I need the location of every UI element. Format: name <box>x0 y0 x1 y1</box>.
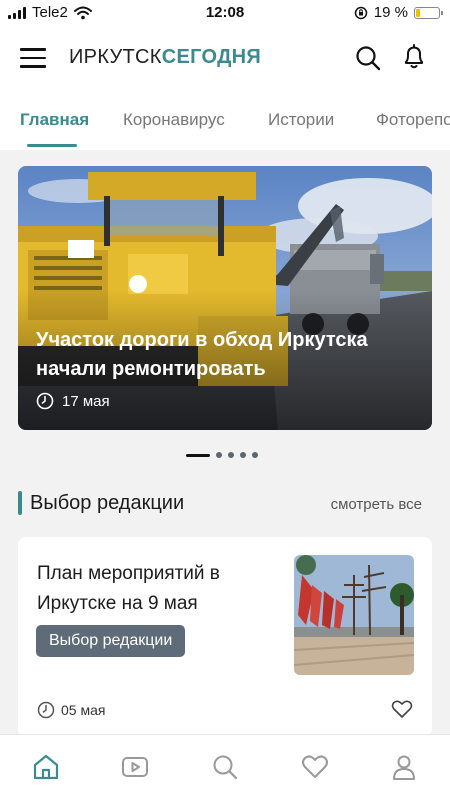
rotation-lock-icon <box>354 6 368 19</box>
logo-part1: ИРКУТСК <box>69 46 162 68</box>
hero-date-text: 17 мая <box>62 392 110 410</box>
category-tabs: Главная Коронавирус Истории Фоторепо <box>0 100 450 150</box>
card-date: 05 мая <box>37 701 105 719</box>
carousel-dot[interactable] <box>252 452 258 458</box>
tab-main[interactable]: Главная <box>20 110 89 130</box>
home-icon[interactable] <box>32 753 60 781</box>
carousel-dots <box>186 452 258 458</box>
status-bar: Tele2 12:08 19 % <box>0 0 450 26</box>
editors-choice-card[interactable]: План мероприятий в Иркутске на 9 мая Выб… <box>18 537 432 737</box>
tab-stories[interactable]: Истории <box>268 110 334 130</box>
logo-part2: СЕГОДНЯ <box>161 46 262 68</box>
card-date-text: 05 мая <box>61 702 106 718</box>
app-header: ИРКУТСКСЕГОДНЯ <box>0 38 450 78</box>
bottom-nav <box>0 734 450 800</box>
carousel-dot[interactable] <box>186 453 210 457</box>
carousel-dot[interactable] <box>228 452 234 458</box>
battery-percent: 19 % <box>373 4 408 21</box>
status-right: 19 % <box>354 4 443 21</box>
card-title: План мероприятий в Иркутске на 9 мая <box>37 563 220 614</box>
card-tag[interactable]: Выбор редакции <box>36 625 186 657</box>
hero-date: 17 мая <box>36 392 110 410</box>
battery-icon <box>414 6 443 19</box>
favorite-heart-icon[interactable] <box>391 699 413 719</box>
carousel-dot[interactable] <box>216 452 222 458</box>
section-title: Выбор редакции <box>30 492 185 514</box>
app-logo[interactable]: ИРКУТСКСЕГОДНЯ <box>69 46 261 69</box>
hero-title: Участок дороги в обход Иркутска начали р… <box>36 329 368 380</box>
clock-icon <box>36 392 54 410</box>
search-icon[interactable] <box>355 45 381 71</box>
video-icon[interactable] <box>121 753 149 781</box>
hero-news-card[interactable]: Участок дороги в обход Иркутска начали р… <box>18 166 432 430</box>
heart-nav-icon[interactable] <box>301 753 329 781</box>
tab-photo-reports[interactable]: Фоторепо <box>376 110 450 130</box>
profile-icon[interactable] <box>390 753 418 781</box>
see-all-link[interactable]: смотреть все <box>331 496 422 513</box>
carousel-dot[interactable] <box>240 452 246 458</box>
menu-icon[interactable] <box>20 48 46 68</box>
tab-coronavirus[interactable]: Коронавирус <box>123 110 225 130</box>
section-accent-bar <box>18 491 22 515</box>
top-area: Tele2 12:08 19 % ИРКУТСКСЕГОДНЯ Главная … <box>0 0 450 150</box>
search-nav-icon[interactable] <box>211 753 239 781</box>
bell-icon[interactable] <box>403 44 425 70</box>
clock-icon <box>37 701 55 719</box>
card-thumbnail <box>294 555 414 675</box>
active-tab-indicator <box>27 144 77 147</box>
